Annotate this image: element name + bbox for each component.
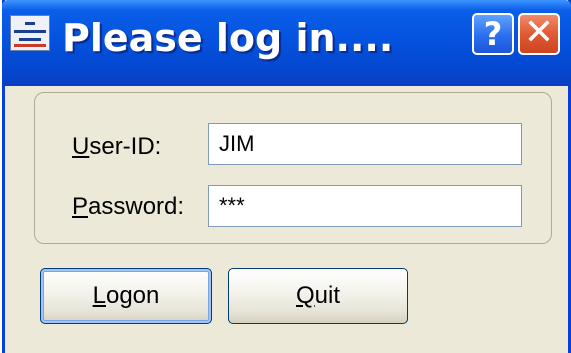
close-button[interactable]: ✕ [518,13,560,55]
help-icon: ? [483,15,503,53]
user-id-label-accel: U [72,133,90,160]
quit-button[interactable]: Quit [228,268,408,324]
logon-button-accel: L [92,282,106,309]
quit-button-label: uit [314,282,341,309]
logon-button-label: ogon [105,282,160,309]
password-label: Password: [72,193,184,221]
user-id-label-text: ser-ID: [89,133,162,160]
quit-button-accel: Q [295,282,315,309]
window-title: Please log in.... [62,16,394,60]
help-button[interactable]: ? [472,13,514,55]
password-label-accel: P [72,193,89,220]
user-id-label: User-ID: [72,133,161,161]
password-label-text: assword: [88,193,185,220]
close-icon: ✕ [523,12,555,53]
title-bar[interactable]: Please log in.... ? ✕ [2,0,571,86]
user-id-input[interactable] [208,123,522,165]
logon-button[interactable]: Logon [40,268,212,324]
app-logo-icon [10,15,50,51]
password-input[interactable] [208,185,522,227]
